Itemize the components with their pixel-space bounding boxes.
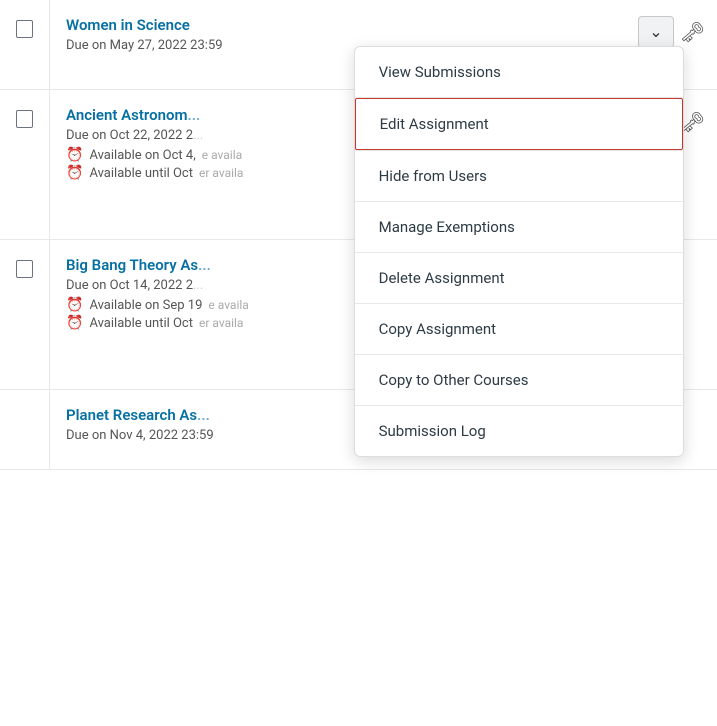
assignment-title-3[interactable]: Big Bang Theory As... xyxy=(66,256,306,274)
assignment-title-1[interactable]: Women in Science xyxy=(66,16,581,34)
menu-item-copy-assignment[interactable]: Copy Assignment xyxy=(355,304,683,354)
avail-suffix-3b: er availa xyxy=(199,316,243,330)
avail-suffix-2a: e availa xyxy=(202,148,242,162)
avail-text-2b: Available until Oct xyxy=(89,166,193,181)
avail-suffix-2b: er availa xyxy=(199,166,243,180)
clock-icon-3a: ⏰ xyxy=(66,297,83,313)
avail-suffix-3a: e availa xyxy=(208,298,248,312)
dropdown-button-1[interactable]: ⌄ xyxy=(638,16,673,48)
menu-item-edit-assignment[interactable]: Edit Assignment xyxy=(355,98,683,150)
dropdown-menu: View Submissions Edit Assignment Hide fr… xyxy=(354,46,684,457)
checkbox-cell-2 xyxy=(0,90,50,239)
row-checkbox-3[interactable] xyxy=(16,260,33,278)
avail-text-3a: Available on Sep 19 xyxy=(89,298,202,313)
menu-item-submission-log[interactable]: Submission Log xyxy=(355,406,683,456)
avail-text-2a: Available on Oct 4, xyxy=(89,148,195,163)
assignment-row-1: Women in Science Due on May 27, 2022 23:… xyxy=(0,0,717,90)
row-checkbox-1[interactable] xyxy=(16,20,33,38)
menu-item-hide-from-users[interactable]: Hide from Users xyxy=(355,151,683,201)
menu-item-delete-assignment[interactable]: Delete Assignment xyxy=(355,253,683,303)
row-checkbox-2[interactable] xyxy=(16,110,33,128)
clock-icon-2a: ⏰ xyxy=(66,147,83,163)
key-icon-1: 🗝 xyxy=(680,20,705,44)
clock-icon-3b: ⏰ xyxy=(66,315,83,331)
assignment-title-2[interactable]: Ancient Astronom... xyxy=(66,106,306,124)
menu-item-view-submissions[interactable]: View Submissions xyxy=(355,47,683,97)
checkbox-cell-3 xyxy=(0,240,50,389)
checkbox-cell-4 xyxy=(0,390,50,469)
checkbox-cell-1 xyxy=(0,0,50,89)
clock-icon-2b: ⏰ xyxy=(66,165,83,181)
avail-text-3b: Available until Oct xyxy=(89,316,193,331)
menu-item-manage-exemptions[interactable]: Manage Exemptions xyxy=(355,202,683,252)
actions-wrapper-1: ⌄ View Submissions Edit Assignment Hide … xyxy=(638,16,673,48)
actions-cell-1: ⌄ View Submissions Edit Assignment Hide … xyxy=(597,0,717,89)
menu-item-copy-to-other-courses[interactable]: Copy to Other Courses xyxy=(355,355,683,405)
assignment-title-4[interactable]: Planet Research As... xyxy=(66,406,306,424)
